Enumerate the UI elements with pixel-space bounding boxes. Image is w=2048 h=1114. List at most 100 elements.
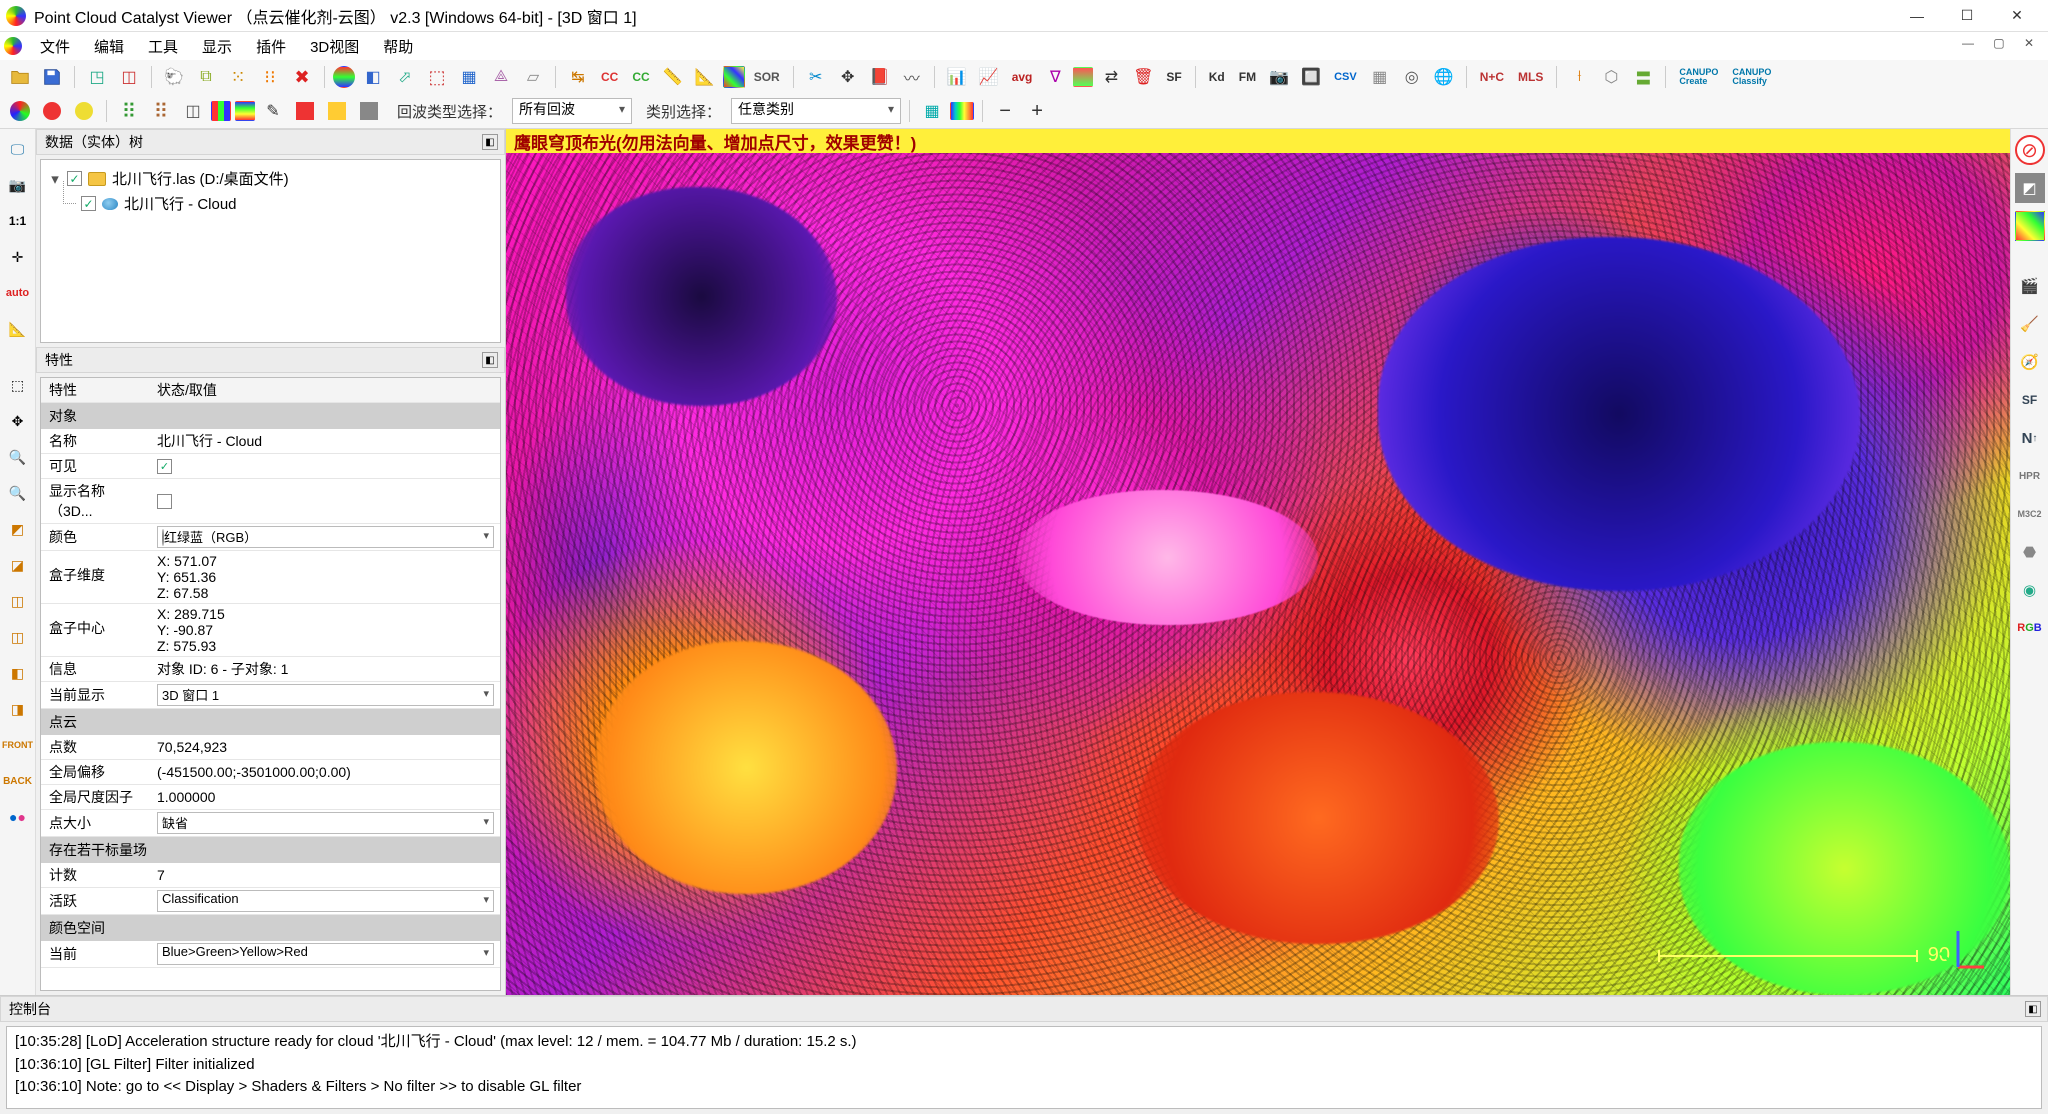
trace-polyline-button[interactable]: 〰 — [898, 63, 926, 91]
delaunay-button[interactable]: ⟁ — [487, 63, 515, 91]
sf-label-button[interactable]: SF — [1161, 63, 1186, 91]
section-button[interactable]: 📕 — [866, 63, 894, 91]
sf-filter-button[interactable] — [1073, 67, 1093, 87]
label-cc-button[interactable] — [723, 66, 745, 88]
menu-plugins[interactable]: 插件 — [244, 33, 298, 60]
prop-visible-checkbox[interactable]: ✓ — [157, 459, 172, 474]
stats-button[interactable]: 📈 — [975, 63, 1003, 91]
color-gradient-button[interactable] — [333, 66, 355, 88]
class-select[interactable]: 任意类别 — [731, 98, 901, 124]
point-list-button[interactable]: ◫ — [115, 63, 143, 91]
csf-button[interactable]: 〓 — [1629, 63, 1657, 91]
cc-register-button[interactable]: CC — [596, 63, 623, 91]
sf-gradient-button[interactable]: ∇ — [1041, 63, 1069, 91]
move-icon[interactable]: ✥ — [4, 407, 32, 435]
view-bottom-icon[interactable]: ◫ — [4, 623, 32, 651]
one-to-one-icon[interactable]: 1:1 — [4, 207, 32, 235]
ortho-view-icon[interactable]: ⬚ — [4, 371, 32, 399]
mesh-plugin-icon[interactable]: ⬣ — [2015, 537, 2045, 567]
classify-vegetation-button[interactable]: ⠿ — [115, 97, 143, 125]
float-icon[interactable]: ◧ — [2025, 1001, 2041, 1017]
minimize-button[interactable]: — — [1892, 0, 1942, 32]
delete-button[interactable]: ✖ — [288, 63, 316, 91]
console-body[interactable]: [10:35:28] [LoD] Acceleration structure … — [6, 1026, 2042, 1109]
classify-bars-button[interactable] — [211, 101, 231, 121]
viewport-3d[interactable]: 90 — [506, 153, 2010, 995]
color-rgb-button[interactable] — [6, 97, 34, 125]
hpr-icon[interactable]: HPR — [2015, 461, 2045, 491]
histogram-button[interactable]: 📊 — [943, 63, 971, 91]
maximize-button[interactable]: ☐ — [1942, 0, 1992, 32]
pcv-button[interactable]: ⬡ — [1597, 63, 1625, 91]
color-swatch1-button[interactable] — [291, 97, 319, 125]
kd-tree-button[interactable]: Kd — [1204, 63, 1230, 91]
mls-button[interactable]: MLS — [1513, 63, 1548, 91]
raster-button[interactable]: ▦ — [1366, 63, 1394, 91]
normals-button[interactable]: ⬀ — [391, 63, 419, 91]
db-tree-title[interactable]: 数据（实体）树 ◧ — [36, 129, 505, 155]
color-red-button[interactable] — [38, 97, 66, 125]
menu-edit[interactable]: 编辑 — [82, 33, 136, 60]
view-front-icon[interactable]: FRONT — [4, 731, 32, 759]
level-icon[interactable]: 📐 — [4, 315, 32, 343]
plane-fit-button[interactable]: ▱ — [519, 63, 547, 91]
view-plus-button[interactable]: + — [1023, 97, 1051, 125]
color-swatch3-button[interactable] — [355, 97, 383, 125]
gbl-sensor-button[interactable]: 🔲 — [1297, 63, 1325, 91]
broom-icon[interactable]: 🧹 — [2015, 309, 2045, 339]
color-yellow-button[interactable] — [70, 97, 98, 125]
octree-button[interactable]: ⬚ — [423, 63, 451, 91]
return-type-select[interactable]: 所有回波 — [512, 98, 632, 124]
poisson-icon[interactable]: ◉ — [2015, 575, 2045, 605]
cc-icp-button[interactable]: CC — [627, 63, 654, 91]
animation-icon[interactable]: 🎬 — [2015, 271, 2045, 301]
tree-child-row[interactable]: ✓ 北川飞行 - Cloud — [49, 191, 492, 216]
float-icon[interactable]: ◧ — [482, 352, 498, 368]
color-swatch2-button[interactable] — [323, 97, 351, 125]
classify-ground-button[interactable]: ⠿ — [147, 97, 175, 125]
stop-filter-icon[interactable]: ⊘ — [2015, 135, 2045, 165]
float-icon[interactable]: ◧ — [482, 134, 498, 150]
merge-button[interactable]: ⧉ — [192, 63, 220, 91]
globe-button[interactable]: 🌐 — [1430, 63, 1458, 91]
view-back-icon[interactable]: BACK — [4, 767, 32, 795]
tree-caret-icon[interactable]: ▾ — [49, 170, 61, 188]
subsample-button[interactable]: ⁙ — [224, 63, 252, 91]
mesh-button[interactable]: ▦ — [455, 63, 483, 91]
menu-display[interactable]: 显示 — [190, 33, 244, 60]
viewport-snapshot-icon[interactable]: 🖵 — [4, 135, 32, 163]
rgb-plugin-icon[interactable]: RGB — [2015, 613, 2045, 643]
zoom-fit-icon[interactable]: 🔍 — [4, 479, 32, 507]
zoom-icon[interactable]: 🔍 — [4, 443, 32, 471]
tree-child-checkbox[interactable]: ✓ — [81, 196, 96, 211]
canupo-create-button[interactable]: CANUPOCreate — [1674, 63, 1723, 91]
ransac-button[interactable]: ⟊ — [1565, 63, 1593, 91]
m3c2-icon[interactable]: M3C2 — [2015, 499, 2045, 529]
csv-export-button[interactable]: CSV — [1329, 63, 1362, 91]
mdi-window-controls[interactable]: — ▢ ✕ — [1962, 36, 2042, 50]
view-minus-button[interactable]: − — [991, 97, 1019, 125]
sf-arith-button[interactable]: avg — [1007, 63, 1038, 91]
menu-tools[interactable]: 工具 — [136, 33, 190, 60]
segment-button[interactable]: ✂ — [802, 63, 830, 91]
sf-panel-icon[interactable]: SF — [2015, 385, 2045, 415]
menu-3dview[interactable]: 3D视图 — [298, 33, 371, 60]
camera-icon[interactable]: 📷 — [4, 171, 32, 199]
open-button[interactable] — [6, 63, 34, 91]
nc-button[interactable]: N+C — [1475, 63, 1509, 91]
flickr-icon[interactable]: ●● — [4, 803, 32, 831]
view-right-icon[interactable]: ◨ — [4, 695, 32, 723]
classify-edit-button[interactable]: ✎ — [259, 97, 287, 125]
color-levels-button[interactable]: ◧ — [359, 63, 387, 91]
menu-help[interactable]: 帮助 — [371, 33, 425, 60]
prop-curramp-select[interactable]: Blue>Green>Yellow>Red — [157, 943, 494, 965]
clone-button[interactable]: 🐑 — [160, 63, 188, 91]
edl-shader-icon[interactable]: ◩ — [2015, 173, 2045, 203]
menu-file[interactable]: 文件 — [28, 33, 82, 60]
picking-tool-button[interactable]: ◳ — [83, 63, 111, 91]
sample-mesh-button[interactable]: ⁝⁝ — [256, 63, 284, 91]
console-title[interactable]: 控制台 ◧ — [0, 996, 2048, 1022]
view-iso2-icon[interactable]: ◪ — [4, 551, 32, 579]
translate-rotate-button[interactable]: ✥ — [834, 63, 862, 91]
north-icon[interactable]: N↑ — [2015, 423, 2045, 453]
